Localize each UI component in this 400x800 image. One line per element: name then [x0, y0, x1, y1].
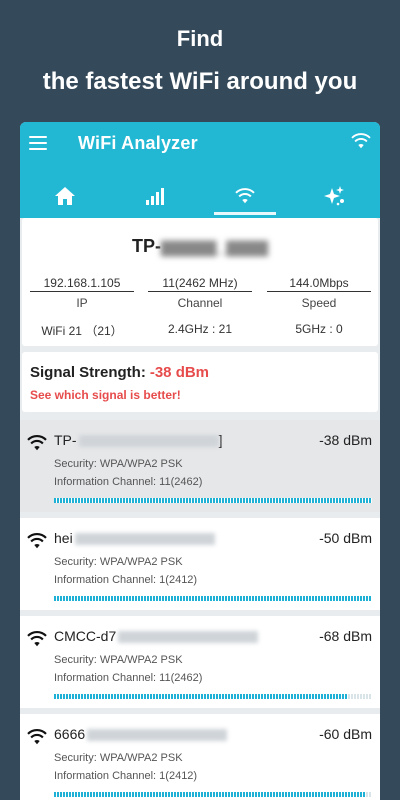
network-name: TP-] — [54, 432, 222, 448]
network-name-redacted — [74, 533, 215, 546]
signal-strength-bar-fill — [54, 596, 372, 601]
network-name-tail: ] — [218, 432, 223, 448]
connection-info-card: TP-▆▆▆▆_▆▆▆ 192.168.1.105 IP 11(2462 MHz… — [22, 218, 378, 346]
signal-strength-card: Signal Strength: -38 dBm See which signal… — [22, 352, 378, 412]
wifi-icon[interactable] — [350, 132, 372, 155]
menu-icon[interactable] — [29, 136, 47, 150]
network-name-redacted — [78, 435, 219, 448]
network-channel: Information Channel: 11(2462) — [54, 672, 203, 684]
sparkle-icon — [324, 186, 344, 206]
speed-label: Speed — [301, 296, 337, 310]
network-name-text: 6666 — [54, 726, 86, 742]
tab-bar — [20, 174, 380, 218]
signal-strength-bar — [54, 694, 372, 699]
network-security: Security: WPA/WPA2 PSK — [54, 458, 183, 470]
signal-compare-link[interactable]: See which signal is better! — [30, 388, 181, 402]
ssid-redacted: ▆▆▆▆_▆▆▆ — [161, 236, 268, 256]
network-name-text: TP- — [54, 432, 77, 448]
network-signal-dbm: -38 dBm — [319, 432, 372, 448]
network-security: Security: WPA/WPA2 PSK — [54, 654, 183, 666]
signal-strength-label: Signal Strength: -38 dBm — [30, 364, 209, 381]
network-security: Security: WPA/WPA2 PSK — [54, 752, 183, 764]
band-5ghz-count: 5GHz : 0 — [295, 322, 343, 336]
ip-value: 192.168.1.105 — [30, 276, 134, 292]
channel-value: 11(2462 MHz) — [148, 276, 252, 292]
wifi-signal-icon — [26, 434, 48, 457]
network-item[interactable]: CMCC-d7 -68 dBm Security: WPA/WPA2 PSK Info… — [20, 616, 380, 708]
network-name-text: hei — [54, 530, 73, 546]
tab-home[interactable] — [20, 174, 110, 218]
network-name-redacted — [87, 729, 228, 742]
network-name: CMCC-d7 — [54, 628, 259, 644]
connected-ssid: TP-▆▆▆▆_▆▆▆ — [22, 236, 378, 257]
channel-label: Channel — [177, 296, 223, 310]
network-name: 6666 — [54, 726, 228, 742]
signal-strength-bar-fill — [54, 792, 366, 797]
network-channel: Information Channel: 1(2412) — [54, 770, 198, 782]
app-bar: WiFi Analyzer — [20, 122, 380, 218]
tab-signal[interactable] — [110, 174, 200, 218]
network-channel: Information Channel: 11(2462) — [54, 476, 203, 488]
signal-strength-bar — [54, 498, 372, 503]
network-signal-dbm: -50 dBm — [319, 530, 372, 546]
network-security: Security: WPA/WPA2 PSK — [54, 556, 183, 568]
ip-label: IP — [76, 296, 88, 310]
signal-bars-icon — [146, 188, 164, 205]
signal-strength-value: -38 dBm — [149, 364, 210, 381]
wifi-signal-icon — [26, 728, 48, 751]
signal-strength-bar-fill — [54, 694, 347, 699]
channel-stat: 11(2462 MHz) Channel — [148, 276, 252, 310]
network-name-text: CMCC-d7 — [54, 628, 117, 644]
tab-wifi[interactable] — [200, 174, 290, 218]
tab-extras[interactable] — [290, 174, 380, 218]
promo-line-1: Find — [176, 26, 224, 51]
connected-ssid-prefix: TP- — [132, 236, 162, 256]
promo-header: Find the fastest WiFi around you — [0, 0, 400, 122]
wifi-signal-icon — [26, 532, 48, 555]
network-name-redacted — [118, 631, 259, 644]
wifi-count: WiFi 21 （21） — [41, 324, 123, 338]
band-24ghz-count: 2.4GHz : 21 — [167, 322, 233, 336]
network-item[interactable]: hei -50 dBm Security: WPA/WPA2 PSK Informat… — [20, 518, 380, 610]
speed-value: 144.0Mbps — [267, 276, 371, 292]
network-item[interactable]: 6666 -60 dBm Security: WPA/WPA2 PSK Informa… — [20, 714, 380, 800]
home-icon — [55, 187, 75, 205]
network-signal-dbm: -60 dBm — [319, 726, 372, 742]
signal-strength-bar — [54, 792, 372, 797]
signal-label-text: Signal Strength: — [30, 364, 146, 381]
signal-strength-bar-fill — [54, 498, 372, 503]
signal-strength-bar — [54, 596, 372, 601]
network-item[interactable]: TP-] -38 dBm Security: WPA/WPA2 PSK Informa… — [20, 420, 380, 512]
wifi-signal-icon — [26, 630, 48, 653]
speed-stat: 144.0Mbps Speed — [267, 276, 371, 310]
network-name: hei — [54, 530, 215, 546]
app-screen: WiFi Analyzer TP-▆▆▆▆_▆▆▆ 192.168.1.105 … — [20, 122, 380, 800]
network-signal-dbm: -68 dBm — [319, 628, 372, 644]
promo-line-2: the fastest WiFi around you — [42, 68, 358, 95]
app-title: WiFi Analyzer — [78, 133, 198, 153]
ip-stat: 192.168.1.105 IP — [30, 276, 134, 310]
wifi-icon — [235, 188, 255, 204]
network-channel: Information Channel: 1(2412) — [54, 574, 198, 586]
